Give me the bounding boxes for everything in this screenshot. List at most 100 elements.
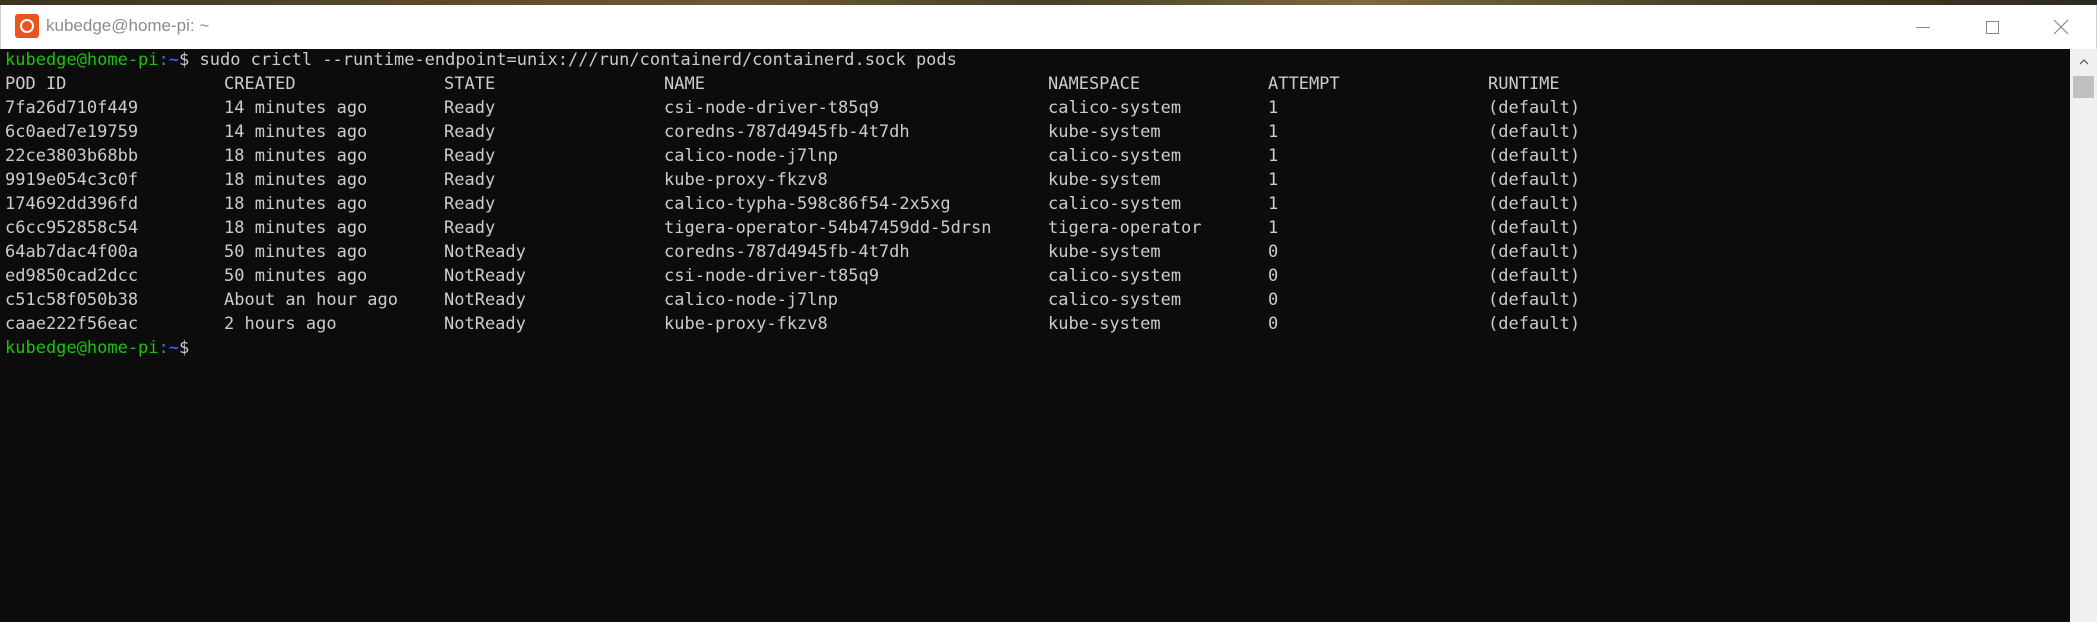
table-row: 7fa26d710f449 14 minutes ago Ready csi-n… (5, 96, 1580, 120)
pod-namespace: calico-system (1048, 266, 1182, 286)
scroll-up-button[interactable] (2070, 49, 2097, 74)
pod-namespace: kube-system (1048, 170, 1161, 190)
pod-name: coredns-787d4945fb-4t7dh (664, 122, 910, 142)
pod-namespace: calico-system (1048, 98, 1182, 118)
pod-namespace: tigera-operator (1048, 218, 1202, 238)
header-namespace: NAMESPACE (1048, 74, 1141, 94)
title-bar[interactable]: kubedge@home-pi: ~ (0, 5, 2097, 49)
header-state: STATE (444, 74, 496, 94)
pod-state: Ready (444, 170, 496, 190)
chevron-up-icon (2079, 58, 2088, 64)
pod-attempt: 1 (1268, 122, 1279, 142)
table-row: 22ce3803b68bb 18 minutes ago Ready calic… (5, 144, 1580, 168)
header-runtime: RUNTIME (1488, 74, 1560, 94)
pod-namespace: kube-system (1048, 122, 1161, 142)
pod-namespace: calico-system (1048, 290, 1182, 310)
pod-runtime: (default) (1488, 242, 1581, 262)
vertical-scrollbar[interactable] (2070, 49, 2097, 622)
table-row: 64ab7dac4f00a 50 minutes ago NotReady co… (5, 240, 1580, 264)
pod-created: 50 minutes ago (224, 242, 368, 262)
pod-state: NotReady (444, 290, 526, 310)
table-row: 174692dd396fd 18 minutes ago Ready calic… (5, 192, 1580, 216)
maximize-button[interactable] (1962, 5, 2022, 49)
pod-runtime: (default) (1488, 314, 1581, 334)
pod-runtime: (default) (1488, 122, 1581, 142)
table-row: c51c58f050b38 About an hour ago NotReady… (5, 288, 1580, 312)
scroll-thumb[interactable] (2073, 76, 2094, 98)
pod-name: calico-node-j7lnp (664, 290, 838, 310)
pod-state: Ready (444, 122, 496, 142)
pod-state: NotReady (444, 314, 526, 334)
pod-created: 14 minutes ago (224, 122, 368, 142)
pod-attempt: 1 (1268, 98, 1279, 118)
table-row: 6c0aed7e19759 14 minutes ago Ready cored… (5, 120, 1580, 144)
table-row: ed9850cad2dcc 50 minutes ago NotReady cs… (5, 264, 1580, 288)
prompt-symbol: $ (179, 50, 190, 70)
pod-state: Ready (444, 194, 496, 214)
pod-namespace: calico-system (1048, 194, 1182, 214)
pod-id: 64ab7dac4f00a (5, 242, 139, 262)
pod-attempt: 1 (1268, 218, 1279, 238)
prompt-symbol: $ (179, 338, 190, 358)
pod-runtime: (default) (1488, 218, 1581, 238)
ubuntu-terminal-icon (15, 14, 39, 38)
pod-runtime: (default) (1488, 266, 1581, 286)
pod-namespace: kube-system (1048, 314, 1161, 334)
end-prompt-line: kubedge@home-pi:~$ (5, 336, 189, 360)
pod-id: ed9850cad2dcc (5, 266, 139, 286)
pod-created: 18 minutes ago (224, 218, 368, 238)
pod-id: 174692dd396fd (5, 194, 139, 214)
pod-name: kube-proxy-fkzv8 (664, 170, 828, 190)
pod-name: csi-node-driver-t85q9 (664, 266, 879, 286)
header-pod-id: POD ID (5, 74, 67, 94)
minimize-icon (1916, 26, 1930, 28)
pod-id: 7fa26d710f449 (5, 98, 139, 118)
pod-created: 18 minutes ago (224, 146, 368, 166)
pod-id: caae222f56eac (5, 314, 139, 334)
pod-runtime: (default) (1488, 146, 1581, 166)
prompt-path: :~ (158, 338, 180, 358)
table-header: POD ID CREATED STATE NAME NAMESPACE ATTE… (5, 72, 1560, 96)
pod-created: 50 minutes ago (224, 266, 368, 286)
pod-id: 6c0aed7e19759 (5, 122, 139, 142)
pod-name: tigera-operator-54b47459dd-5drsn (664, 218, 992, 238)
pod-runtime: (default) (1488, 170, 1581, 190)
pod-created: 14 minutes ago (224, 98, 368, 118)
command-text: sudo crictl --runtime-endpoint=unix:///r… (189, 50, 957, 70)
command-line: kubedge@home-pi:~$ sudo crictl --runtime… (5, 48, 957, 72)
pod-state: Ready (444, 146, 496, 166)
header-name: NAME (664, 74, 705, 94)
pod-created: 2 hours ago (224, 314, 337, 334)
pod-state: Ready (444, 218, 496, 238)
pod-name: csi-node-driver-t85q9 (664, 98, 879, 118)
pod-state: NotReady (444, 266, 526, 286)
table-row: c6cc952858c54 18 minutes ago Ready tiger… (5, 216, 1580, 240)
pod-name: calico-typha-598c86f54-2x5xg (664, 194, 951, 214)
minimize-button[interactable] (1893, 5, 1953, 49)
table-row: 9919e054c3c0f 18 minutes ago Ready kube-… (5, 168, 1580, 192)
pod-namespace: kube-system (1048, 242, 1161, 262)
prompt-user-host: kubedge@home-pi (5, 338, 159, 358)
pod-created: 18 minutes ago (224, 170, 368, 190)
terminal-output[interactable]: kubedge@home-pi:~$ sudo crictl --runtime… (0, 49, 2070, 622)
table-row: caae222f56eac 2 hours ago NotReady kube-… (5, 312, 1580, 336)
window-title: kubedge@home-pi: ~ (46, 16, 210, 35)
prompt-user-host: kubedge@home-pi (5, 50, 159, 70)
pod-attempt: 0 (1268, 290, 1279, 310)
close-button[interactable] (2031, 5, 2091, 49)
pod-name: coredns-787d4945fb-4t7dh (664, 242, 910, 262)
pod-created: 18 minutes ago (224, 194, 368, 214)
pod-runtime: (default) (1488, 98, 1581, 118)
pod-runtime: (default) (1488, 194, 1581, 214)
pod-attempt: 1 (1268, 170, 1279, 190)
pod-runtime: (default) (1488, 290, 1581, 310)
header-attempt: ATTEMPT (1268, 74, 1340, 94)
pod-attempt: 0 (1268, 314, 1279, 334)
pod-state: Ready (444, 98, 496, 118)
pod-id: 9919e054c3c0f (5, 170, 139, 190)
pod-attempt: 1 (1268, 194, 1279, 214)
pod-attempt: 0 (1268, 266, 1279, 286)
close-icon (2053, 19, 2069, 35)
pod-attempt: 0 (1268, 242, 1279, 262)
pod-id: 22ce3803b68bb (5, 146, 139, 166)
